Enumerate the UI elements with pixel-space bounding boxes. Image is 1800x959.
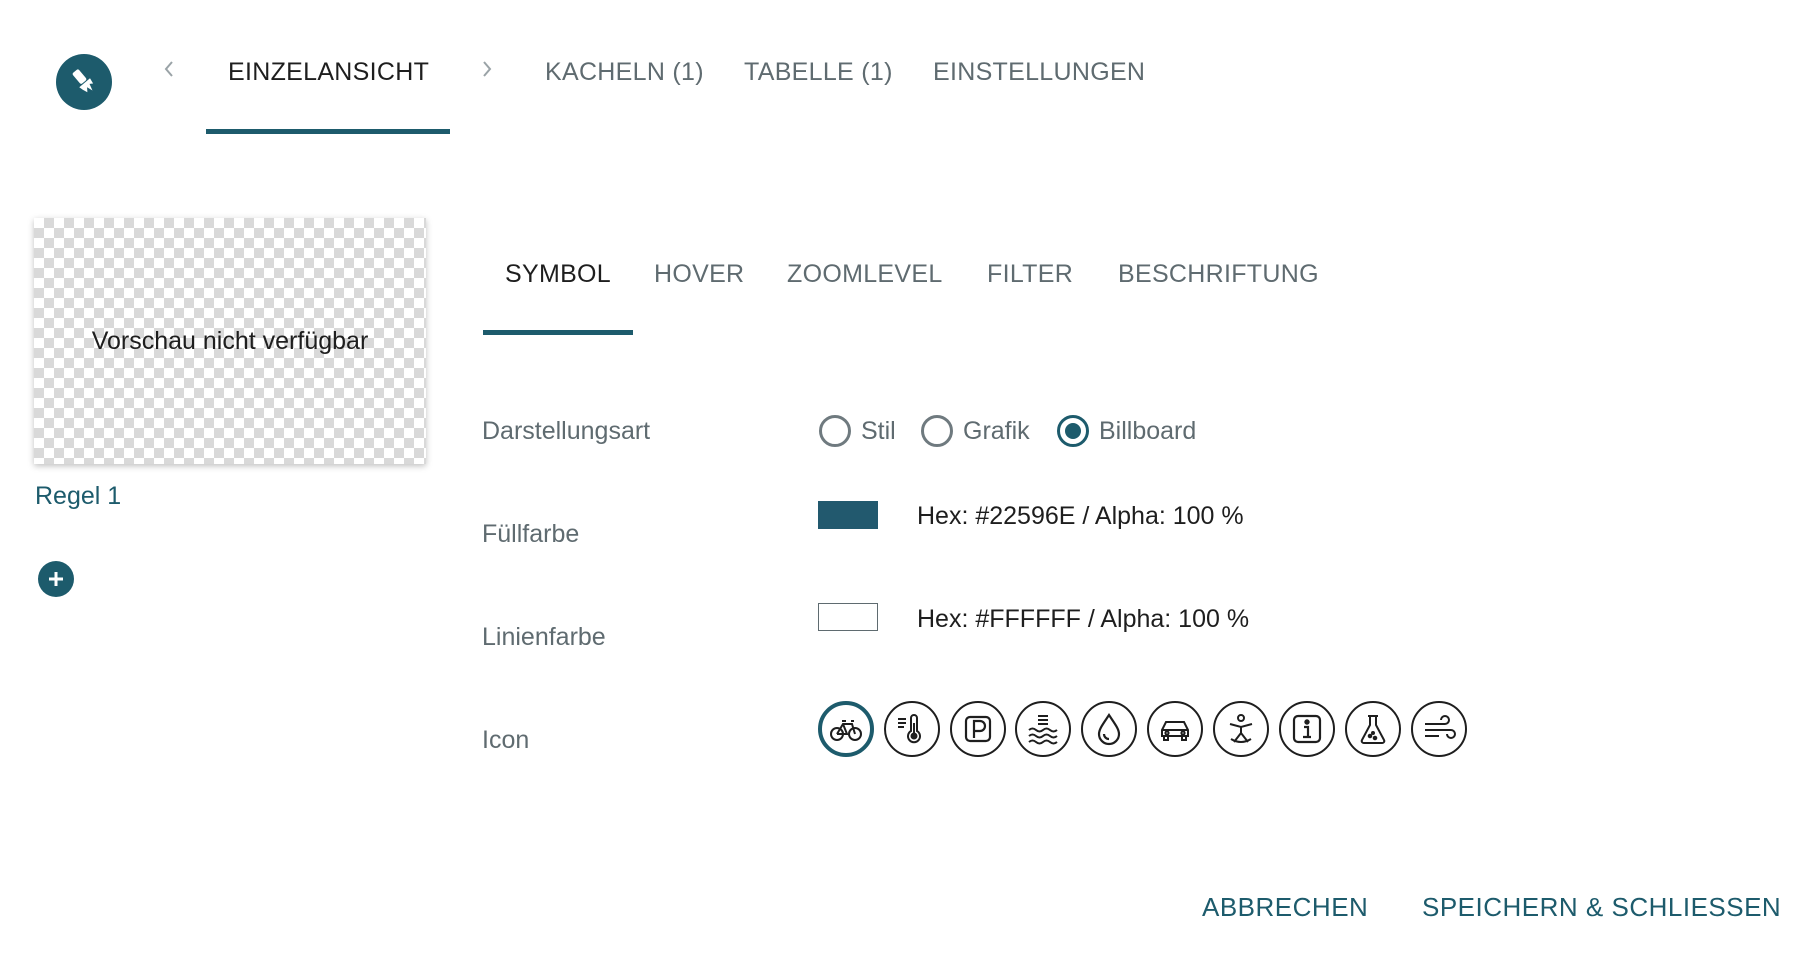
symbol-preview: Vorschau nicht verfügbar [34, 218, 426, 464]
tab-active-indicator [206, 129, 450, 134]
radio-label: Grafik [963, 416, 1030, 445]
icon-option-person[interactable] [1213, 701, 1269, 757]
display-type-label: Darstellungsart [482, 417, 651, 445]
parking-icon [964, 715, 992, 743]
line-color-swatch[interactable] [818, 603, 878, 631]
subtab-filter[interactable]: FILTER [987, 252, 1073, 296]
plus-icon [49, 572, 63, 586]
tabs-scroll-right-button[interactable] [475, 52, 499, 86]
icon-option-flask[interactable] [1345, 701, 1401, 757]
tab-tabelle[interactable]: TABELLE (1) [744, 48, 893, 96]
subtab-active-indicator [483, 330, 633, 335]
icon-option-parking[interactable] [950, 701, 1006, 757]
subtab-hover[interactable]: HOVER [654, 252, 744, 296]
radio-unchecked-icon [921, 415, 953, 447]
radio-grafik[interactable]: Grafik [921, 410, 1030, 452]
temperature-icon [898, 714, 921, 744]
radio-label: Billboard [1099, 416, 1197, 445]
info-icon [1292, 714, 1322, 744]
cancel-button[interactable]: ABBRECHEN [1202, 892, 1368, 923]
app-logo [56, 54, 112, 110]
icon-option-info[interactable] [1279, 701, 1335, 757]
radio-billboard[interactable]: Billboard [1057, 410, 1196, 452]
subtab-beschriftung[interactable]: BESCHRIFTUNG [1118, 252, 1319, 296]
subtab-symbol[interactable]: SYMBOL [505, 252, 611, 296]
water-drop-icon [1097, 713, 1121, 746]
bicycle-icon [830, 720, 862, 741]
line-color-value: Hex: #FFFFFF / Alpha: 100 % [917, 605, 1250, 633]
fill-color-label: Füllfarbe [482, 520, 580, 548]
chevron-left-icon [164, 61, 173, 77]
rule-item-1[interactable]: Regel 1 [35, 482, 121, 511]
wind-icon [1425, 715, 1456, 739]
icon-option-water-level[interactable] [1015, 701, 1071, 757]
person-icon [1229, 714, 1253, 743]
fill-color-value: Hex: #22596E / Alpha: 100 % [917, 502, 1244, 530]
save-close-button[interactable]: SPEICHERN & SCHLIESSEN [1422, 892, 1781, 923]
icon-option-water-drop[interactable] [1081, 701, 1137, 757]
car-icon [1161, 721, 1189, 741]
brush-icon [72, 69, 94, 93]
icon-option-wind[interactable] [1411, 701, 1467, 757]
line-color-label: Linienfarbe [482, 623, 606, 651]
fill-color-swatch[interactable] [818, 501, 878, 529]
tab-kacheln[interactable]: KACHELN (1) [545, 48, 704, 96]
icon-option-bicycle[interactable] [818, 701, 874, 757]
tab-einstellungen[interactable]: EINSTELLUNGEN [933, 48, 1145, 96]
flask-icon [1360, 715, 1386, 744]
add-rule-button[interactable] [38, 561, 74, 597]
tabs-scroll-left-button[interactable] [157, 52, 181, 86]
radio-unchecked-icon [819, 415, 851, 447]
water-level-icon [1028, 715, 1058, 745]
radio-stil[interactable]: Stil [819, 410, 896, 452]
tab-einzelansicht[interactable]: EINZELANSICHT [228, 48, 429, 96]
icon-option-car[interactable] [1147, 701, 1203, 757]
icon-option-temperature[interactable] [884, 701, 940, 757]
chevron-right-icon [483, 61, 492, 77]
preview-unavailable-text: Vorschau nicht verfügbar [91, 326, 369, 355]
subtab-zoomlevel[interactable]: ZOOMLEVEL [787, 252, 943, 296]
icon-label: Icon [482, 726, 530, 754]
radio-label: Stil [861, 416, 896, 445]
radio-checked-icon [1057, 415, 1089, 447]
